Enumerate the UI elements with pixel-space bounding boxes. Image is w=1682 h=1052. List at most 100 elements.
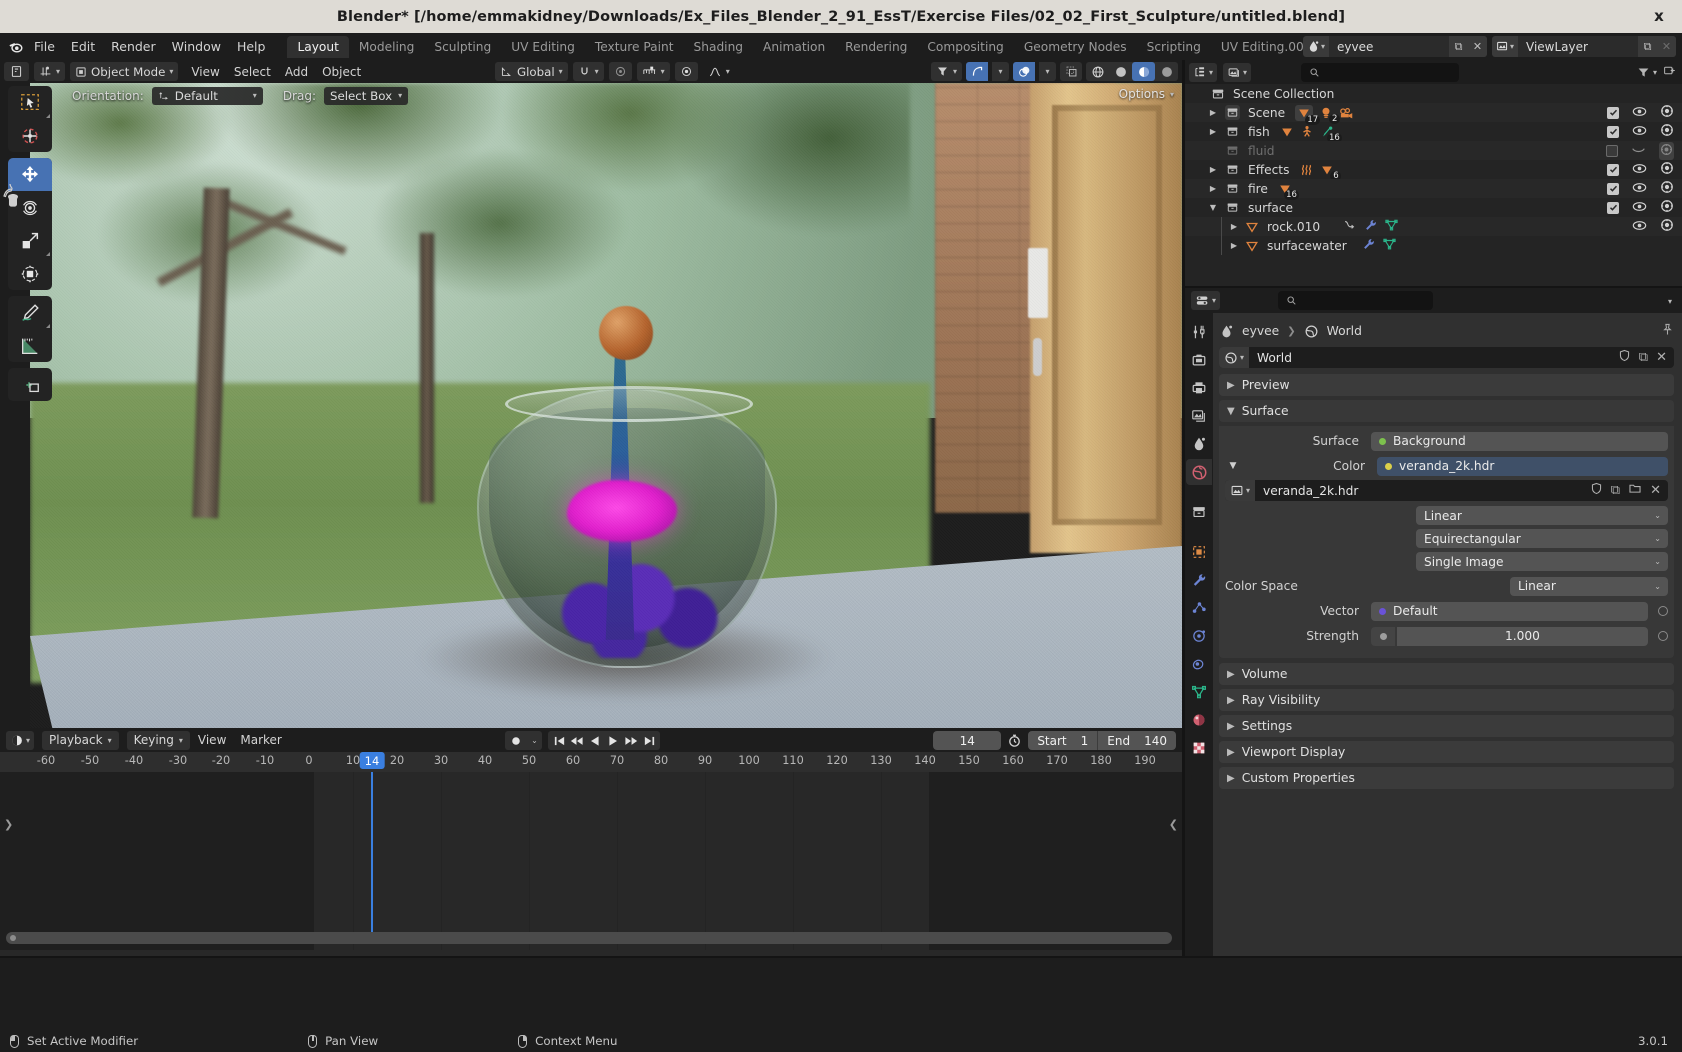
outliner-new-collection-icon[interactable] (1663, 64, 1676, 81)
chevron-right-icon[interactable]: ▶ (1207, 184, 1219, 193)
play-reverse-button[interactable] (586, 731, 604, 750)
proportional-edit-button[interactable] (609, 62, 632, 81)
world-name[interactable]: World (1249, 351, 1618, 365)
camera-render-icon[interactable] (1660, 199, 1674, 216)
particles-tab[interactable] (1186, 595, 1212, 621)
keying-dropdown[interactable]: Keying ▾ (127, 731, 190, 750)
checkbox-enabled[interactable] (1607, 183, 1619, 195)
strength-socket-button[interactable] (1371, 627, 1395, 646)
shading-solid-button[interactable] (1109, 62, 1132, 81)
3d-viewport[interactable]: ▾ Object Mode ▾ View Select Add Object G… (0, 60, 1182, 728)
scene-tab[interactable] (1186, 431, 1212, 457)
projection-dropdown[interactable]: Equirectangular ⌄ (1416, 529, 1668, 548)
output-tab[interactable] (1186, 375, 1212, 401)
tweak-select-tool-button[interactable] (8, 86, 52, 119)
surface-shader-selector[interactable]: Background (1371, 432, 1668, 451)
expand-channels-icon[interactable]: ❯ (4, 818, 13, 831)
tool-tab[interactable] (1186, 319, 1212, 345)
tab-texture-paint[interactable]: Texture Paint (585, 36, 684, 58)
world-datablock-selector[interactable]: ▾ World ⧉ ✕ (1219, 347, 1674, 368)
render-tab[interactable] (1186, 347, 1212, 373)
scale-tool-button[interactable] (8, 224, 52, 257)
object-tab[interactable] (1186, 539, 1212, 565)
outliner-row-fluid[interactable]: fluid (1185, 141, 1682, 160)
playback-dropdown[interactable]: Playback ▾ (42, 731, 119, 750)
menu-window[interactable]: Window (172, 39, 221, 54)
timeline-menu-marker[interactable]: Marker (240, 733, 281, 747)
xray-toggle[interactable] (1060, 62, 1082, 81)
interpolation-dropdown[interactable]: Linear ⌄ (1416, 506, 1668, 525)
viewport-menu-view[interactable]: View (191, 65, 219, 79)
timeline-horizontal-scrollbar[interactable] (6, 932, 1172, 944)
collection-properties-tab[interactable] (1186, 499, 1212, 525)
pin-icon[interactable] (1661, 323, 1674, 339)
image-name[interactable]: veranda_2k.hdr (1255, 484, 1590, 498)
shading-rendered-button[interactable] (1155, 62, 1178, 81)
viewport-menu-add[interactable]: Add (285, 65, 308, 79)
timeline-editor[interactable]: ▾ Playback ▾ Keying ▾ View Marker ⌄ (0, 728, 1182, 958)
outliner-row-rock-010[interactable]: ▶ rock.010 (1185, 217, 1682, 236)
timeline-body[interactable]: ❯ ❮ (0, 772, 1182, 950)
tab-shading[interactable]: Shading (684, 36, 754, 58)
transform-orientation-dropdown[interactable]: Global ▾ (495, 62, 568, 81)
chevron-right-icon[interactable]: ▶ (1207, 127, 1219, 136)
image-datablock-selector[interactable]: ▾ veranda_2k.hdr ⧉ ✕ (1225, 480, 1668, 501)
outliner-row-fish[interactable]: ▶ fish 16 (1185, 122, 1682, 141)
viewport-menu-select[interactable]: Select (234, 65, 271, 79)
chevron-down-icon[interactable]: ▼ (1225, 461, 1241, 471)
vector-input-selector[interactable]: Default (1371, 602, 1648, 621)
modifier-tab[interactable] (1186, 567, 1212, 593)
material-tab[interactable] (1186, 707, 1212, 733)
eye-icon[interactable] (1632, 105, 1647, 121)
new-scene-icon[interactable]: ⧉ (1449, 36, 1468, 57)
delete-view-layer-icon[interactable]: ✕ (1657, 36, 1676, 57)
visibility-filter-button[interactable]: ▾ (931, 62, 962, 81)
eye-icon[interactable] (1632, 219, 1647, 235)
shield-fake-user-icon[interactable] (1618, 349, 1631, 366)
proportional-falloff-button[interactable] (675, 62, 698, 81)
editor-type-icon[interactable] (4, 62, 29, 81)
shield-fake-user-icon[interactable] (1590, 482, 1603, 499)
cursor-tool-button[interactable] (8, 119, 52, 152)
menu-file[interactable]: File (34, 39, 55, 54)
drag-dropdown[interactable]: Select Box ▾ (324, 87, 408, 105)
outliner-display-mode-icon[interactable]: ▾ (1223, 63, 1251, 82)
camera-render-icon[interactable] (1660, 218, 1674, 235)
chevron-right-icon[interactable]: ▶ (1207, 108, 1219, 117)
checkbox-enabled[interactable] (1607, 107, 1619, 119)
collapse-sidebar-icon[interactable]: ❮ (1169, 818, 1178, 831)
menu-render[interactable]: Render (111, 39, 156, 54)
jump-to-start-button[interactable] (550, 731, 568, 750)
camera-render-icon[interactable] (1660, 180, 1674, 197)
options-dropdown[interactable]: Options ▾ (1119, 87, 1174, 101)
camera-render-icon[interactable] (1660, 161, 1674, 178)
outliner-editor-type-icon[interactable]: ▾ (1189, 63, 1217, 82)
properties-search-input[interactable] (1278, 291, 1433, 310)
new-image-icon[interactable]: ⧉ (1611, 483, 1620, 498)
view-layer-tab[interactable] (1186, 403, 1212, 429)
scene-selector[interactable]: ▾ eyvee ⧉ ✕ (1303, 36, 1487, 57)
chevron-right-icon[interactable]: ▶ (1228, 241, 1240, 250)
animate-property-icon[interactable] (1658, 631, 1668, 641)
properties-options-chevron-down-icon[interactable]: ▾ (1668, 293, 1676, 308)
outliner-row-scene-collection[interactable]: Scene Collection (1185, 84, 1682, 103)
tab-scripting[interactable]: Scripting (1137, 36, 1211, 58)
properties-editor-type-icon[interactable]: ▾ (1191, 291, 1220, 310)
add-cube-tool-button[interactable] (8, 368, 52, 401)
timeline-editor-type-icon[interactable]: ▾ (6, 731, 34, 750)
properties-editor[interactable]: ▾ ▾ (1185, 288, 1682, 958)
chevron-down-icon[interactable]: ▼ (1207, 203, 1219, 212)
constraints-tab[interactable] (1186, 651, 1212, 677)
tab-sculpting[interactable]: Sculpting (424, 36, 501, 58)
annotate-tool-button[interactable] (8, 296, 52, 329)
outliner-row-scene[interactable]: ▶ Scene 17 2 (1185, 103, 1682, 122)
mode-icon-button[interactable]: ▾ (34, 62, 65, 81)
physics-tab[interactable] (1186, 623, 1212, 649)
image-source-dropdown[interactable]: Single Image ⌄ (1416, 552, 1668, 571)
show-overlays-toggle[interactable] (1013, 62, 1035, 81)
unlink-image-icon[interactable]: ✕ (1650, 483, 1661, 498)
eye-icon[interactable] (1632, 181, 1647, 197)
view-layer-selector[interactable]: ▾ ViewLayer ⧉ ✕ (1492, 36, 1676, 57)
world-tab[interactable] (1186, 459, 1212, 485)
snap-magnet-button[interactable]: ▾ (573, 62, 604, 81)
